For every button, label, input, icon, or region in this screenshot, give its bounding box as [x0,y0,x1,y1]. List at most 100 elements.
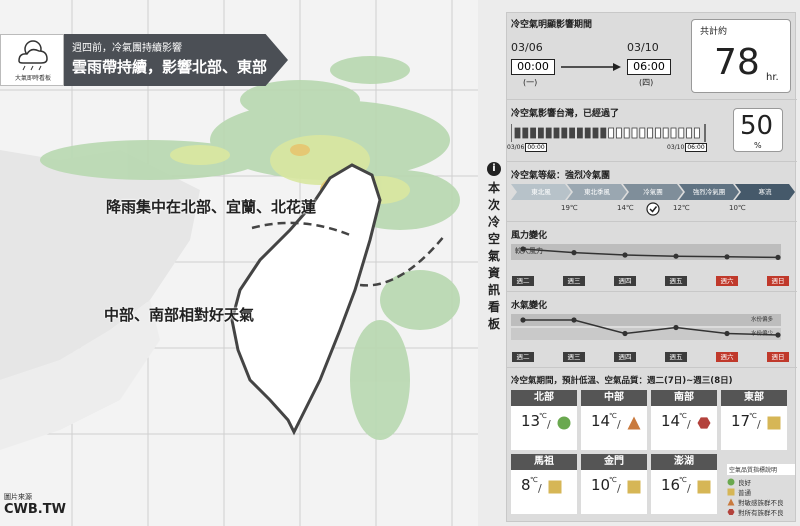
region-name: 澎湖 [651,454,717,470]
region-temp-unit: ℃ [679,476,687,484]
period-start-date: 03/06 [511,41,543,54]
level-step: 東北風 [511,184,571,200]
vertical-title-char: 空 [487,232,500,246]
progress-start-time: 00:00 [525,143,547,152]
progress-tick-filled [569,127,575,139]
aq-legend-label: 普通 [738,489,751,497]
progress-tick-filled [561,127,568,139]
level-temp: 10℃ [729,204,746,212]
progress-tick-filled [514,127,521,139]
period-start-day: (一) [523,78,538,87]
progress-tick-empty [678,127,685,139]
region-temp-unit: ℃ [530,476,538,484]
wind-day-label: 週六 [716,276,738,286]
rain-point [673,324,679,331]
aq-legend-item: 良好 [727,477,795,487]
period-section: 冷空氣明顯影響期間 03/06 00:00 (一) 03/10 06:00 (四… [507,13,797,99]
progress-tick-empty [662,127,669,139]
region-card: 南部 14 ℃ / [651,390,717,450]
progress-tick-empty [654,127,661,139]
logo-text: 大氣即時看板 [14,75,51,82]
aq-legend-label: 對所有族群不良 [738,509,784,517]
region-name: 馬祖 [511,454,577,470]
level-step: 寒流 [735,184,795,200]
progress-tick-filled [577,127,583,139]
wind-day-label: 週四 [614,276,636,286]
region-separator: / [757,418,761,431]
progress-tick-empty [623,127,630,139]
region-separator: / [547,418,551,431]
arrow-right-icon [561,63,621,71]
wind-point [520,246,526,252]
progress-tick-empty [639,127,646,139]
progress-start-date: 03/06 [507,144,525,151]
region-temp-unit: ℃ [609,412,617,420]
progress-tick-empty [686,127,693,139]
wind-title: 風力變化 [511,231,548,241]
level-temp: 19℃ [561,204,578,212]
region-name: 南部 [651,390,717,406]
aq-unhealthy-icon [697,417,711,429]
progress-end-time: 06:00 [685,143,707,152]
wind-point [571,250,577,256]
aq-good-icon [557,416,571,430]
aq-sensitive-icon [627,416,641,430]
vertical-title-char: 冷 [487,215,500,229]
wind-section: 風力變化 較大風力 週二 週三 週四 週五 週六 週日 [507,221,797,291]
region-temp: 13 [521,412,541,430]
wind-day-label: 週三 [563,276,585,286]
wind-day-label: 週日 [767,276,789,286]
region-name: 中部 [581,390,647,406]
vertical-title: i 本次冷空氣資訊看板 [484,162,504,333]
total-value: 78 [714,42,760,83]
vertical-title-chars: 本次冷空氣資訊看板 [484,180,504,333]
level-temp: 12℃ [673,204,690,212]
progress-bar [511,124,706,142]
region-temp: 17 [731,412,751,430]
region-separator: / [538,482,542,495]
wind-point [673,253,679,259]
info-panel: i 本次冷空氣資訊看板 冷空氣明顯影響期間 03/06 00:00 (一) 03… [478,0,800,526]
region-separator: / [687,482,691,495]
region-separator: / [617,482,621,495]
rain-day-label: 週六 [716,352,738,362]
region-temp-unit: ℃ [749,412,757,420]
cloud-rain-icon [18,40,48,71]
map-label-south: 中部、南部相對好天氣 [104,306,255,324]
progress-tick-filled [522,127,529,139]
rain-day-label: 週二 [512,352,534,362]
total-unit: hr. [766,72,779,83]
progress-tick-filled [545,127,552,139]
weather-board: 大氣即時看板 週四前，冷氣團持續影響 雲雨帶持續，影響北部、東部 降雨集中在北部… [0,0,800,526]
aq-moderate-icon [548,480,562,494]
rain-title: 水氣變化 [511,301,548,311]
region-name: 北部 [511,390,577,406]
region-temp: 10 [591,476,611,494]
period-start-time: 00:00 [511,59,555,75]
region-card: 金門 10 ℃ / [581,454,647,514]
info-icon: i [487,162,501,176]
region-temp: 14 [591,412,611,430]
progress-title: 冷空氣影響台灣，已經過了 [511,109,620,119]
aq-legend-label: 對敏感族群不良 [738,499,784,507]
aq-legend: 空氣品質指標說明 良好普通對敏感族群不良 對所有族群不良 [727,464,795,517]
vertical-title-char: 看 [487,300,500,314]
region-card: 北部 13 ℃ / [511,390,577,450]
aq-legend-title: 空氣品質指標說明 [727,464,795,475]
period-end-day: (四) [639,78,654,87]
aq-sensitive-icon [727,498,735,506]
progress-tick-empty [616,127,622,139]
wind-point [775,254,781,260]
region-temp: 16 [661,476,681,494]
region-temp: 14 [661,412,681,430]
panel-content: 冷空氣明顯影響期間 03/06 00:00 (一) 03/10 06:00 (四… [506,12,797,522]
aq-good-icon [727,478,735,486]
region-temp-unit: ℃ [679,412,687,420]
vertical-title-char: 板 [487,317,500,331]
progress-tick-empty [670,127,677,139]
aq-moderate-icon [727,488,735,496]
rain-point [622,330,628,337]
rain-day-label: 週四 [614,352,636,362]
wind-point [724,254,730,260]
period-end-date: 03/10 [627,41,659,54]
